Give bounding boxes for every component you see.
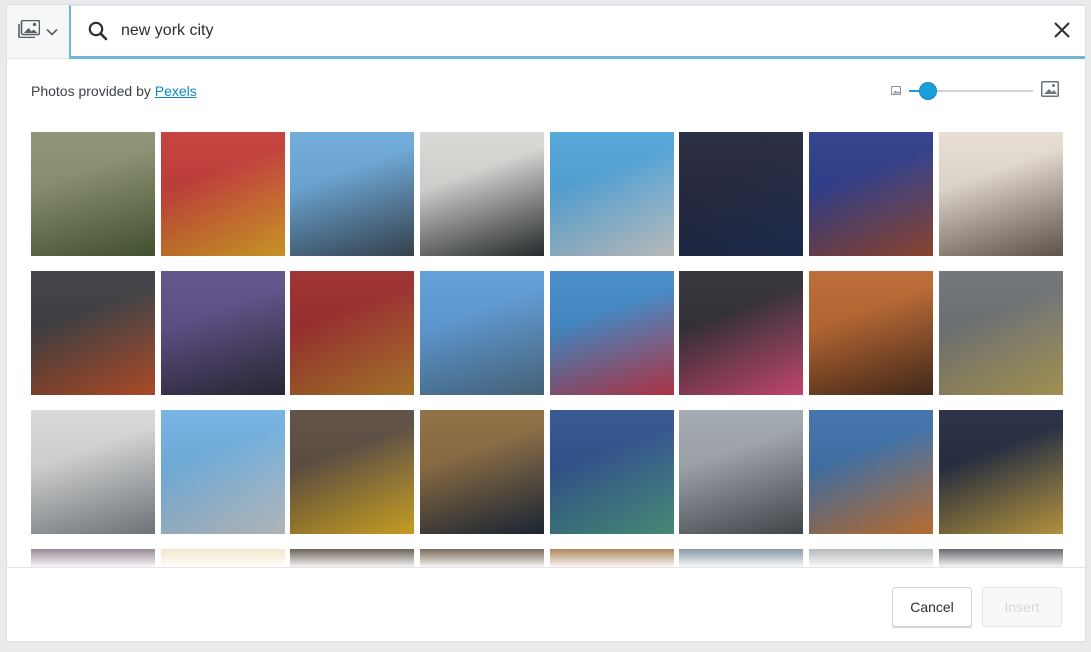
photo-thumbnail[interactable] — [31, 410, 155, 534]
search-input[interactable] — [121, 16, 961, 46]
modal-footer: Cancel Insert — [7, 567, 1085, 641]
search-icon — [87, 20, 109, 42]
search-field — [69, 5, 1085, 59]
photo-picker-modal: Photos provided by Pexels Cancel Insert — [6, 4, 1086, 642]
photo-thumbnail[interactable] — [160, 132, 285, 256]
photo-thumbnail[interactable] — [809, 549, 934, 568]
credit-text: Photos provided by — [31, 83, 155, 99]
photo-thumbnail[interactable] — [679, 410, 804, 534]
photo-thumbnail[interactable] — [938, 271, 1063, 395]
photo-thumbnail[interactable] — [420, 410, 545, 534]
photo-thumbnail[interactable] — [938, 410, 1063, 534]
media-source-dropdown[interactable] — [7, 5, 69, 59]
photo-thumbnail[interactable] — [938, 549, 1063, 568]
close-icon — [1053, 21, 1071, 44]
small-image-icon — [891, 82, 901, 100]
photo-thumbnail[interactable] — [549, 132, 674, 256]
photo-thumbnail[interactable] — [679, 549, 804, 568]
photo-thumbnail[interactable] — [938, 132, 1063, 256]
photo-thumbnail[interactable] — [290, 549, 415, 568]
photo-thumbnail[interactable] — [549, 271, 674, 395]
photo-thumbnail[interactable] — [31, 271, 155, 395]
photo-thumbnail[interactable] — [809, 132, 934, 256]
cancel-button[interactable]: Cancel — [892, 587, 972, 627]
photo-thumbnail[interactable] — [549, 549, 674, 568]
photo-thumbnail[interactable] — [290, 271, 415, 395]
photo-thumbnail[interactable] — [160, 410, 285, 534]
photo-thumbnail[interactable] — [290, 410, 415, 534]
photo-thumbnail[interactable] — [160, 549, 285, 568]
photo-thumbnail[interactable] — [420, 549, 545, 568]
large-image-icon — [1041, 80, 1059, 102]
image-icon — [18, 19, 41, 43]
photo-thumbnail[interactable] — [420, 271, 545, 395]
photo-thumbnail[interactable] — [160, 271, 285, 395]
photo-thumbnail[interactable] — [290, 132, 415, 256]
search-bar — [7, 5, 1085, 59]
insert-button[interactable]: Insert — [982, 587, 1062, 627]
photo-thumbnail[interactable] — [31, 132, 155, 256]
photo-results — [31, 132, 1063, 568]
slider-thumb[interactable] — [919, 83, 936, 99]
photo-thumbnail[interactable] — [809, 410, 934, 534]
photo-credit: Photos provided by Pexels — [31, 83, 197, 99]
chevron-down-icon — [46, 23, 58, 41]
pexels-link[interactable]: Pexels — [155, 83, 197, 99]
close-button[interactable] — [1049, 19, 1075, 45]
photo-thumbnail[interactable] — [679, 132, 804, 256]
thumbnail-size-slider[interactable] — [909, 81, 1033, 101]
photo-thumbnail[interactable] — [549, 410, 674, 534]
photo-thumbnail[interactable] — [679, 271, 804, 395]
photo-thumbnail[interactable] — [31, 549, 155, 568]
thumbnail-size-control — [891, 80, 1059, 102]
photo-thumbnail[interactable] — [420, 132, 545, 256]
photo-grid — [31, 132, 1063, 568]
photo-thumbnail[interactable] — [809, 271, 934, 395]
